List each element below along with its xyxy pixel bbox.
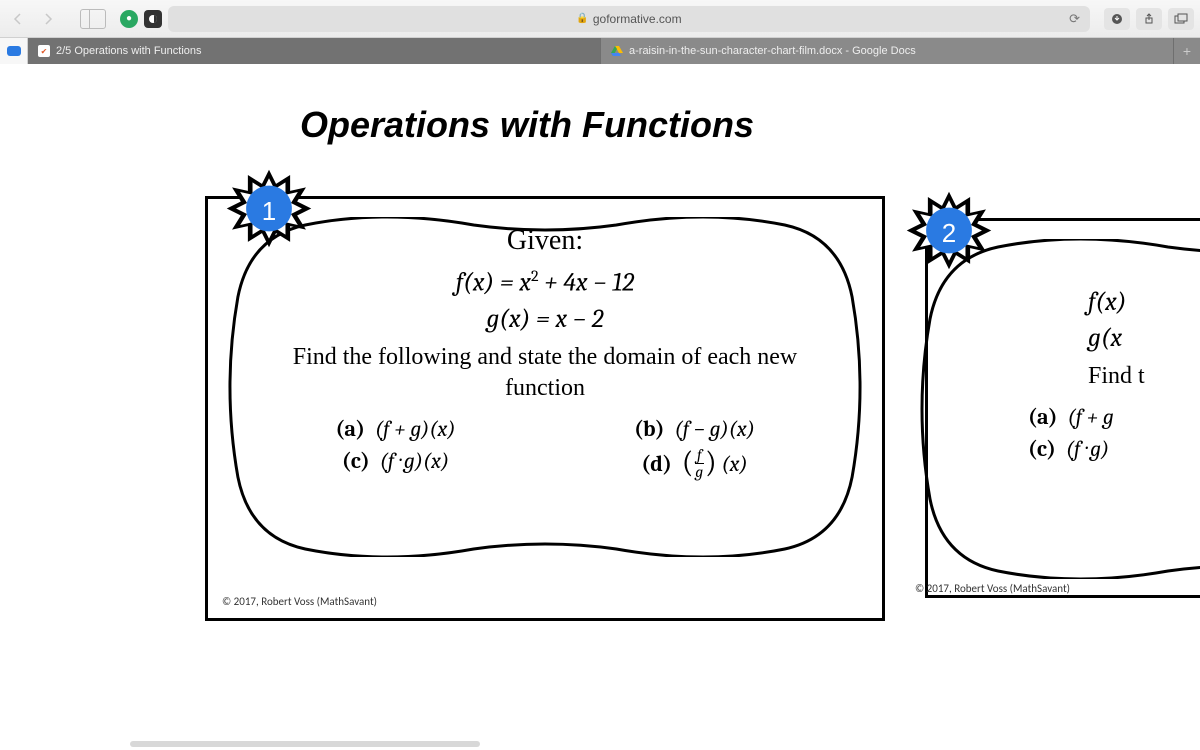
copyright-text: © 2017, Robert Voss (MathSavant) <box>915 582 1070 595</box>
favicon-check-icon: ✔ <box>38 45 50 57</box>
sidebar-toggle-button[interactable] <box>80 9 106 29</box>
tabs-button[interactable] <box>1168 8 1194 30</box>
option-a: (a)(f + g)(x) <box>256 416 535 442</box>
g-definition-partial: g(x <box>1088 323 1200 353</box>
given-label: Given: <box>256 225 834 257</box>
forward-button[interactable] <box>36 7 60 31</box>
tab-strip: ✔ 2/5 Operations with Functions a-raisin… <box>0 38 1200 64</box>
f-definition-partial: f(x) <box>1088 287 1200 317</box>
reload-button[interactable]: ⟳ <box>1069 11 1080 27</box>
browser-toolbar: ● 🔒 goformative.com ⟳ <box>0 0 1200 38</box>
question-card-1: 1 Given: f(x) = x2 + 4x − 12 g(x) = x − … <box>205 196 885 621</box>
copyright-text: © 2017, Robert Voss (MathSavant) <box>222 595 377 608</box>
question-number: 1 <box>262 196 276 227</box>
question-card-2: 2 f(x) g(x Find t (a)(f + g (c)(f · g) <box>925 196 1185 621</box>
reader-mode-icon[interactable] <box>144 10 162 28</box>
f-definition: f(x) = x2 + 4x − 12 <box>256 267 834 298</box>
g-definition: g(x) = x − 2 <box>256 304 834 334</box>
share-button[interactable] <box>1136 8 1162 30</box>
option-c: (c)(f · g)(x) <box>256 448 535 483</box>
question-number: 2 <box>942 218 956 249</box>
tab-title: a-raisin-in-the-sun-character-chart-film… <box>629 45 916 57</box>
new-tab-button[interactable]: + <box>1174 38 1200 64</box>
question-number-badge: 1 <box>225 168 313 256</box>
page-content: Operations with Functions 1 Given: <box>0 64 1200 750</box>
address-bar[interactable]: 🔒 goformative.com ⟳ <box>168 6 1090 32</box>
option-c-partial: (c)(f · g) <box>1028 436 1200 462</box>
horizontal-scrollbar[interactable] <box>130 741 480 747</box>
option-b: (b)(f − g)(x) <box>555 416 834 442</box>
prompt-text: Find the following and state the domain … <box>256 342 834 404</box>
tab-google-docs[interactable]: a-raisin-in-the-sun-character-chart-film… <box>601 38 1174 64</box>
prompt-partial: Find t <box>1088 361 1200 392</box>
option-d: (d)(fg) (x) <box>555 448 834 483</box>
lock-icon: 🔒 <box>576 13 588 24</box>
url-host: goformative.com <box>593 12 682 26</box>
download-button[interactable] <box>1104 8 1130 30</box>
page-title: Operations with Functions <box>300 104 1200 146</box>
pinned-app-icon[interactable] <box>0 38 28 64</box>
option-a-partial: (a)(f + g <box>1028 404 1200 430</box>
back-button[interactable] <box>6 7 30 31</box>
options-grid: (a)(f + g)(x) (b)(f − g)(x) (c)(f · g)(x… <box>256 416 834 483</box>
favicon-drive-icon <box>611 45 623 57</box>
site-status-icon: ● <box>120 10 138 28</box>
tab-title: 2/5 Operations with Functions <box>56 45 202 57</box>
question-number-badge: 2 <box>905 190 993 278</box>
tab-formative[interactable]: ✔ 2/5 Operations with Functions <box>28 38 601 64</box>
